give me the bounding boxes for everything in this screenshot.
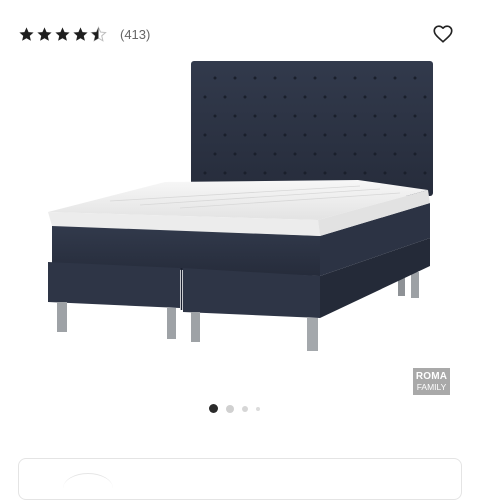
carousel-dot-active[interactable] <box>209 404 218 413</box>
heart-outline-icon[interactable] <box>432 23 454 45</box>
carousel-dot[interactable] <box>242 405 248 412</box>
info-card <box>18 458 462 500</box>
star-icon <box>19 26 34 41</box>
brand-badge-title: ROMA <box>415 370 448 382</box>
product-rating[interactable]: (413) <box>18 24 150 44</box>
carousel-dot[interactable] <box>256 406 260 411</box>
star-icon <box>73 26 88 41</box>
star-half-icon <box>90 25 107 42</box>
brand-badge: ROMA FAMILY <box>413 368 450 395</box>
carousel-dot[interactable] <box>226 404 234 413</box>
star-rating <box>18 25 108 43</box>
star-icon <box>55 26 70 41</box>
review-count[interactable]: (413) <box>120 27 150 42</box>
brand-badge-subtitle: FAMILY <box>416 381 447 392</box>
carousel-indicator <box>209 404 268 413</box>
card-decoration <box>63 473 113 504</box>
product-image[interactable] <box>0 52 480 392</box>
star-icon <box>37 26 52 41</box>
